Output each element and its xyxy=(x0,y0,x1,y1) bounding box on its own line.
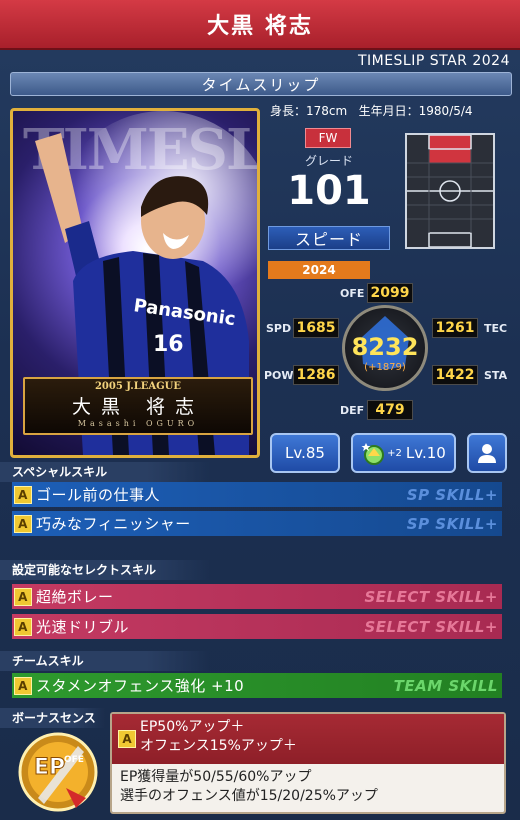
medal-ofe-text: OFE xyxy=(64,755,84,765)
select-skill-tag: SELECT SKILL+ xyxy=(364,617,498,636)
title-bar: 大黒 将志 xyxy=(0,0,520,50)
team-skill-tag: TEAM SKILL xyxy=(393,676,498,695)
special-skill-row[interactable]: A 巧みなフィニッシャー SP SKILL+ xyxy=(12,511,502,536)
height-text: 身長：178cm xyxy=(270,104,348,118)
tec-label: TEC xyxy=(484,322,508,335)
card-kind-bar: タイムスリップ xyxy=(10,72,512,96)
bonus-sense-panel[interactable]: A EP50%アップ＋ オフェンス15%アップ＋ EP獲得量が50/55/60%… xyxy=(110,712,506,814)
def-value: 479 xyxy=(367,400,413,420)
special-skill-heading: スペシャルスキル xyxy=(0,462,210,482)
bonus-sense-description: EP獲得量が50/55/60%アップ 選手のオフェンス値が15/20/25%アッ… xyxy=(112,764,504,812)
card-league: 2005 J.LEAGUE xyxy=(94,381,182,392)
rank-badge: A xyxy=(14,485,32,504)
ofe-value: 2099 xyxy=(367,283,413,303)
rank-badge: A xyxy=(118,730,136,748)
skill-plus-text: +2 xyxy=(387,447,402,459)
field-lines xyxy=(407,134,493,248)
profile-line: 身長：178cm 生年月日：1980/5/4 xyxy=(270,102,473,119)
birthdate-text: 生年月日：1980/5/4 xyxy=(358,104,473,118)
sp-skill-tag: SP SKILL+ xyxy=(406,514,498,533)
card-name-en: Masashi OGURO xyxy=(77,419,199,428)
person-icon xyxy=(478,444,496,463)
bonus-sense-summary: A EP50%アップ＋ オフェンス15%アップ＋ xyxy=(112,714,504,764)
bonus-sense-heading: ボーナスセンス xyxy=(0,708,105,728)
skill-level-button[interactable]: +2 Lv.10 xyxy=(351,433,456,473)
bonus-desc-1: EP獲得量が50/55/60%アップ xyxy=(120,769,312,785)
total-stat: 8232 xyxy=(351,333,419,361)
player-name-title: 大黒 将志 xyxy=(207,14,313,39)
ofe-label: OFE xyxy=(340,287,365,300)
total-stat-diff: (+1879) xyxy=(364,362,406,373)
sp-skill-tag: SP SKILL+ xyxy=(406,485,498,504)
position-badge: FW xyxy=(305,128,351,148)
select-skill-row[interactable]: A 光速ドリブル SELECT SKILL+ xyxy=(12,614,502,639)
bonus-line-1: EP50%アップ＋ xyxy=(140,719,245,735)
rank-badge: A xyxy=(14,676,32,695)
card-nameplate: 2005 J.LEAGUE 大黒 将志 Masashi OGURO xyxy=(23,377,253,435)
select-skill-name: 光速ドリブル xyxy=(36,618,130,636)
spd-value: 1685 xyxy=(293,318,339,338)
position-field-diagram xyxy=(405,133,495,249)
special-skill-name: 巧みなフィニッシャー xyxy=(36,515,191,533)
bonus-line-2: オフェンス15%アップ＋ xyxy=(140,738,297,754)
profile-button[interactable] xyxy=(467,433,507,473)
player-card[interactable]: TIMESLIP Panasonic 16 2005 J.LEAGUE 大黒 将… xyxy=(10,108,260,458)
medal-ep-text: EP xyxy=(34,755,65,780)
year-tag: 2024 xyxy=(268,261,370,279)
shirt-number: 16 xyxy=(153,332,184,357)
bonus-sense-icon: EP OFE xyxy=(14,728,104,814)
pow-label: POW xyxy=(264,369,294,382)
def-label: DEF xyxy=(340,404,365,417)
ep-medal-icon: EP OFE xyxy=(18,732,98,812)
special-skill-name: ゴール前の仕事人 xyxy=(36,486,161,504)
tec-value: 1261 xyxy=(432,318,478,338)
pow-value: 1286 xyxy=(293,365,339,385)
rank-badge: A xyxy=(14,514,32,533)
skill-level-text: Lv.10 xyxy=(405,444,446,462)
special-skill-row[interactable]: A ゴール前の仕事人 SP SKILL+ xyxy=(12,482,502,507)
select-skill-tag: SELECT SKILL+ xyxy=(364,587,498,606)
series-label: TIMESLIP STAR 2024 xyxy=(357,53,510,69)
bonus-desc-2: 選手のオフェンス値が15/20/25%アップ xyxy=(120,788,378,804)
sta-label: STA xyxy=(484,369,508,382)
card-name-jp: 大黒 将志 xyxy=(71,396,205,418)
spd-label: SPD xyxy=(266,322,292,335)
team-skill-name: スタメンオフェンス強化 +10 xyxy=(36,677,245,695)
grade-label: グレード xyxy=(304,154,353,168)
level-button[interactable]: Lv.85 xyxy=(270,433,340,473)
team-skill-heading: チームスキル xyxy=(0,651,210,671)
rank-badge: A xyxy=(14,617,32,636)
level-text: Lv.85 xyxy=(285,444,325,462)
team-skill-row[interactable]: A スタメンオフェンス強化 +10 TEAM SKILL xyxy=(12,673,502,698)
skill-up-icon xyxy=(361,443,385,465)
select-skill-heading: 設定可能なセレクトスキル xyxy=(0,560,210,580)
rank-badge: A xyxy=(14,587,32,606)
grade-value: 101 xyxy=(287,168,371,214)
select-skill-row[interactable]: A 超絶ボレー SELECT SKILL+ xyxy=(12,584,502,609)
sta-value: 1422 xyxy=(432,365,478,385)
select-skill-name: 超絶ボレー xyxy=(36,588,114,606)
type-badge: スピード xyxy=(268,226,390,250)
